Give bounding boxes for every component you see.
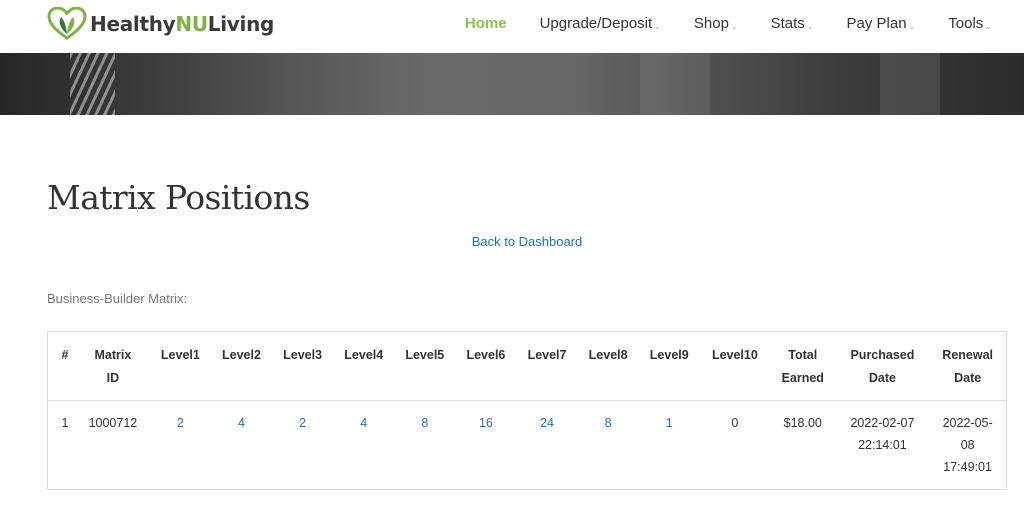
col-header-level9: Level9 bbox=[638, 331, 700, 401]
top-navigation-bar: HealthyNULiving Home Upgrade/Deposit ⌄ Sh… bbox=[0, 0, 1024, 53]
col-header-total-earned: Total Earned bbox=[769, 331, 836, 401]
col-header-number: # bbox=[47, 331, 76, 401]
site-logo[interactable]: HealthyNULiving bbox=[47, 6, 274, 42]
cell-level10: 0 bbox=[731, 416, 739, 430]
logo-text: HealthyNULiving bbox=[90, 12, 275, 36]
nav-pay-plan[interactable]: Pay Plan ⌄ bbox=[847, 15, 916, 32]
back-to-dashboard-link[interactable]: Back to Dashboard bbox=[0, 234, 1024, 249]
col-header-matrix-id: Matrix ID bbox=[76, 331, 150, 401]
cell-number: 1 bbox=[61, 416, 69, 430]
chevron-down-icon: ⌄ bbox=[654, 21, 661, 31]
cell-purchased-date: 2022-02-07 22:14:01 bbox=[850, 416, 915, 452]
main-nav: Home Upgrade/Deposit ⌄ Shop ⌄ Stats ⌄ Pay P… bbox=[432, 15, 992, 32]
cell-level4-link[interactable]: 4 bbox=[333, 401, 394, 490]
cell-renewal-date: 2022-05- 08 17:49:01 bbox=[942, 416, 993, 474]
nav-upgrade-deposit[interactable]: Upgrade/Deposit ⌄ bbox=[540, 15, 661, 32]
cell-level7-link[interactable]: 24 bbox=[516, 401, 577, 490]
cell-total-earned: $18.00 bbox=[783, 416, 822, 430]
cell-level5-link[interactable]: 8 bbox=[394, 401, 455, 490]
matrix-positions-table: # Matrix ID Level1 Level2 Level3 Level4 L… bbox=[47, 331, 1007, 490]
table-row: 1 1000712 2 4 2 4 8 16 24 8 1 0 $18.00 2… bbox=[48, 401, 1007, 490]
cell-level8-link[interactable]: 8 bbox=[578, 401, 639, 490]
col-header-purchased-date: Purchased Date bbox=[835, 331, 930, 401]
heart-leaf-logo-icon bbox=[47, 7, 87, 40]
col-header-level4: Level4 bbox=[333, 331, 395, 401]
col-header-level2: Level2 bbox=[210, 331, 273, 401]
col-header-level6: Level6 bbox=[455, 331, 517, 401]
col-header-level3: Level3 bbox=[272, 331, 334, 401]
chevron-down-icon: ⌄ bbox=[908, 21, 916, 31]
col-header-level10: Level10 bbox=[699, 331, 770, 401]
table-header-row: # Matrix ID Level1 Level2 Level3 Level4 L… bbox=[47, 331, 1007, 401]
page-banner-image bbox=[0, 53, 1024, 115]
cell-level2-link[interactable]: 4 bbox=[211, 401, 272, 490]
cell-matrix-id: 1000712 bbox=[88, 416, 138, 430]
col-header-level7: Level7 bbox=[516, 331, 578, 401]
nav-home[interactable]: Home bbox=[465, 15, 507, 32]
col-header-level5: Level5 bbox=[394, 331, 456, 401]
nav-stats[interactable]: Stats ⌄ bbox=[771, 15, 814, 32]
cell-level9-link[interactable]: 1 bbox=[639, 401, 700, 490]
nav-tools[interactable]: Tools ⌄ bbox=[948, 15, 992, 32]
cell-level1-link[interactable]: 2 bbox=[150, 401, 211, 490]
chevron-down-icon: ⌄ bbox=[985, 21, 992, 31]
page-title: Matrix Positions bbox=[47, 178, 310, 217]
cell-level6-link[interactable]: 16 bbox=[455, 401, 516, 490]
nav-shop[interactable]: Shop ⌄ bbox=[694, 15, 738, 32]
col-header-level8: Level8 bbox=[577, 331, 639, 401]
chevron-down-icon: ⌄ bbox=[806, 21, 814, 31]
cell-level3-link[interactable]: 2 bbox=[272, 401, 333, 490]
matrix-section-label: Business-Builder Matrix: bbox=[47, 291, 188, 306]
col-header-renewal-date: Renewal Date bbox=[929, 331, 1007, 401]
col-header-level1: Level1 bbox=[149, 331, 211, 401]
chevron-down-icon: ⌄ bbox=[730, 21, 738, 31]
